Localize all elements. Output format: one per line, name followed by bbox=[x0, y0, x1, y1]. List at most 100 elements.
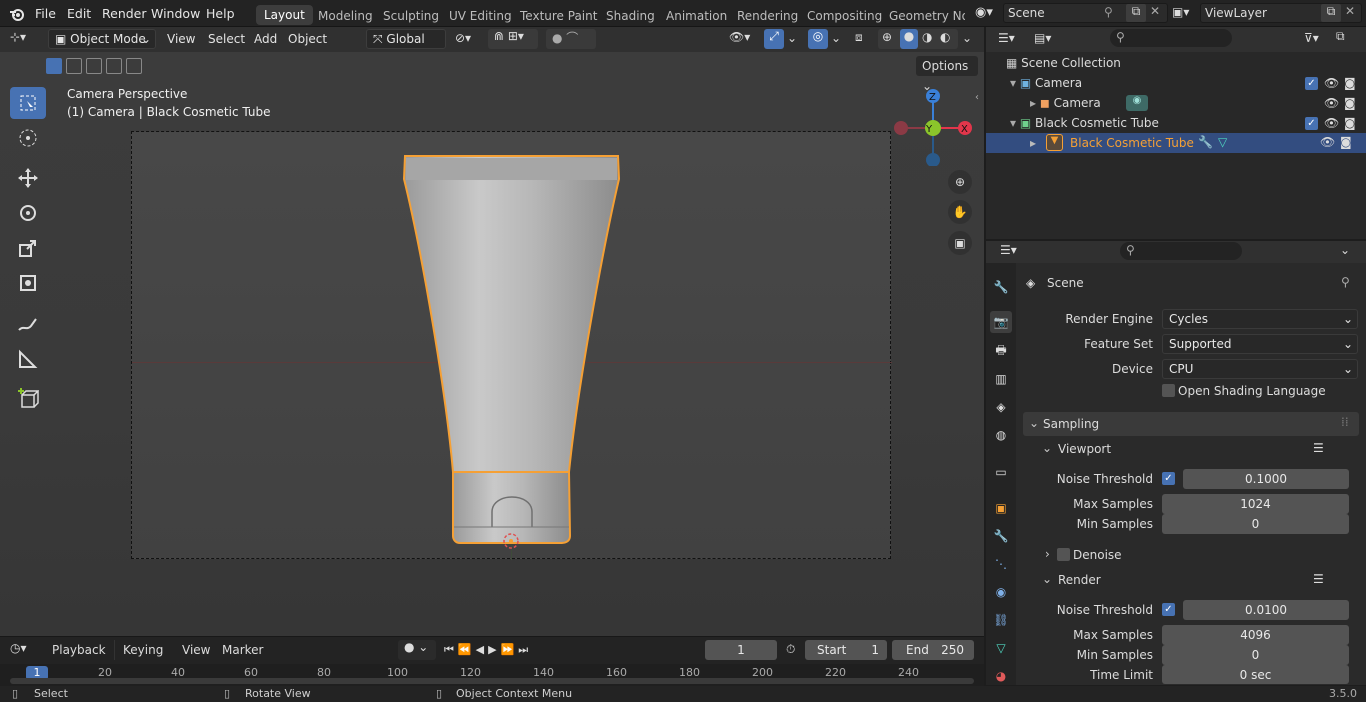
expand-arrow-icon[interactable]: ▾ bbox=[1010, 76, 1020, 90]
prev-keyframe-icon[interactable]: ⏪ bbox=[458, 643, 476, 656]
close-icon[interactable]: ✕ bbox=[1150, 4, 1160, 18]
world-tab-icon[interactable]: ◍ bbox=[990, 424, 1012, 446]
tab-compositing[interactable]: Compositing bbox=[807, 9, 882, 23]
tab-animation[interactable]: Animation bbox=[666, 9, 727, 23]
render-camera-icon[interactable]: ◙ bbox=[1344, 116, 1356, 130]
outliner-row-camera-collection[interactable]: ▾ ▣ Camera ✓ 👁 ◙ bbox=[1010, 76, 1360, 90]
current-frame-field[interactable]: 1 bbox=[705, 640, 777, 660]
properties-editor-icon[interactable]: ☰▾ bbox=[1000, 243, 1017, 257]
play-icon[interactable]: ▶ bbox=[488, 643, 500, 656]
rotate-tool[interactable] bbox=[10, 197, 46, 229]
render-camera-icon[interactable]: ◙ bbox=[1344, 76, 1356, 90]
scene-icon[interactable]: ◉▾ bbox=[975, 5, 993, 20]
feature-set-dropdown[interactable]: Supported ⌄ bbox=[1162, 334, 1358, 354]
move-tool[interactable] bbox=[10, 162, 46, 194]
material-shading-icon[interactable]: ◑ bbox=[922, 30, 932, 44]
next-keyframe-icon[interactable]: ⏩ bbox=[501, 643, 519, 656]
snap-toggle[interactable]: ⋒ ⊞▾ bbox=[488, 29, 538, 49]
jump-start-icon[interactable]: ⏮ bbox=[444, 643, 458, 656]
menu-render[interactable]: Render bbox=[102, 6, 147, 21]
pin-icon[interactable]: ⚲ bbox=[1104, 5, 1113, 19]
noise-threshold-checkbox[interactable]: ✓ bbox=[1162, 472, 1175, 485]
menu-view[interactable]: View bbox=[167, 32, 195, 46]
view-layer-icon[interactable]: ▣▾ bbox=[1172, 5, 1189, 19]
modifier-wrench-icon[interactable]: 🔧 bbox=[1198, 135, 1213, 149]
eye-icon[interactable]: 👁 bbox=[1324, 96, 1339, 110]
menu-object[interactable]: Object bbox=[288, 32, 327, 46]
select-box-tool[interactable] bbox=[10, 87, 46, 119]
navigation-gizmo[interactable]: Z X Y bbox=[890, 86, 980, 166]
chevron-down-icon[interactable]: ⌄ bbox=[1042, 441, 1052, 455]
timeline-editor-icon[interactable]: ◷▾ bbox=[10, 641, 27, 655]
exclude-checkbox[interactable]: ✓ bbox=[1305, 77, 1318, 90]
pivot-icon[interactable]: ⊘▾ bbox=[455, 31, 471, 45]
material-tab-icon[interactable]: ◕ bbox=[990, 665, 1012, 687]
timeline-view-menu[interactable]: View bbox=[182, 643, 210, 657]
menu-edit[interactable]: Edit bbox=[67, 6, 91, 21]
frame-ruler[interactable]: 1 20 40 60 80 100 120 140 160 180 200 22… bbox=[0, 664, 984, 686]
render-engine-dropdown[interactable]: Cycles ⌄ bbox=[1162, 309, 1358, 329]
eye-icon[interactable]: 👁 bbox=[1324, 76, 1339, 90]
data-tab-icon[interactable]: ▽ bbox=[990, 637, 1012, 659]
outliner-row-tube-object[interactable]: ▸ ▼ Black Cosmetic Tube 🔧 ▽ 👁 ◙ bbox=[986, 133, 1366, 153]
sampling-panel-header[interactable]: ⌄ Sampling ⁞⁞ bbox=[1023, 412, 1359, 436]
close-view-layer-icon[interactable]: ✕ bbox=[1345, 4, 1355, 18]
timeline-marker-menu[interactable]: Marker bbox=[222, 643, 263, 657]
auto-keying-toggle[interactable]: ● ⌄ bbox=[398, 640, 436, 660]
outliner-editor-icon[interactable]: ☰▾ bbox=[998, 31, 1015, 45]
blender-logo-icon[interactable] bbox=[9, 6, 25, 25]
render-min-samples-field[interactable]: 0 bbox=[1162, 645, 1349, 665]
menu-select[interactable]: Select bbox=[208, 32, 245, 46]
expand-arrow-icon[interactable]: ▸ bbox=[1030, 136, 1036, 150]
proportional-edit-toggle[interactable]: ● ⌒ bbox=[546, 29, 596, 49]
constraints-tab-icon[interactable]: ⛓ bbox=[990, 609, 1012, 631]
camera-data-icon[interactable]: ◉ bbox=[1126, 95, 1148, 111]
new-view-layer-icon[interactable]: ⧉ bbox=[1321, 4, 1341, 22]
tab-shading[interactable]: Shading bbox=[606, 9, 655, 23]
eye-icon[interactable]: 👁 bbox=[1320, 135, 1335, 149]
new-scene-icon[interactable]: ⧉ bbox=[1126, 4, 1146, 22]
options-dropdown[interactable]: Options ⌄ bbox=[916, 56, 978, 93]
expand-arrow-icon[interactable]: ▾ bbox=[1010, 116, 1020, 130]
chevron-right-icon[interactable]: › bbox=[1045, 547, 1050, 561]
timeline-scrollbar[interactable] bbox=[10, 678, 974, 684]
gizmo-toggle-icon[interactable]: ⤢ bbox=[764, 29, 784, 49]
annotate-tool[interactable] bbox=[10, 308, 46, 340]
render-subpanel-label[interactable]: Render bbox=[1058, 573, 1101, 587]
mode-dropdown[interactable]: ▣ Object Mode ⌄ bbox=[48, 29, 156, 49]
3d-viewport[interactable]: Options ⌄ Camera Perspective (1) Camera … bbox=[0, 52, 984, 636]
select-intersect-icon[interactable] bbox=[126, 58, 142, 74]
render-camera-icon[interactable]: ◙ bbox=[1344, 96, 1356, 110]
render-max-samples-field[interactable]: 4096 bbox=[1162, 625, 1349, 645]
render-noise-threshold-field[interactable]: 0.0100 bbox=[1183, 600, 1349, 620]
menu-help[interactable]: Help bbox=[206, 6, 235, 21]
eye-icon[interactable]: 👁 bbox=[1324, 116, 1339, 130]
chevron-down-icon[interactable]: ⌄ bbox=[787, 31, 797, 45]
particles-tab-icon[interactable]: ⋱ bbox=[990, 553, 1012, 575]
orientation-dropdown[interactable]: ⤧ Global bbox=[366, 29, 446, 49]
physics-tab-icon[interactable]: ◉ bbox=[990, 581, 1012, 603]
xray-icon[interactable]: ⧈ bbox=[855, 30, 863, 45]
keying-menu[interactable]: Keying ⌄ bbox=[114, 640, 174, 677]
tab-sculpting[interactable]: Sculpting bbox=[383, 9, 439, 23]
denoise-checkbox[interactable] bbox=[1057, 548, 1070, 561]
select-subtract-icon[interactable] bbox=[86, 58, 102, 74]
presets-list-icon[interactable]: ☰ bbox=[1313, 572, 1324, 586]
select-extend-icon[interactable] bbox=[66, 58, 82, 74]
pin-icon[interactable]: ⚲ bbox=[1341, 275, 1350, 289]
properties-search-input[interactable]: ⚲ bbox=[1120, 242, 1242, 260]
scene-tab-icon[interactable]: ◈ bbox=[990, 396, 1012, 418]
filter-icon[interactable]: ⊽▾ bbox=[1304, 31, 1319, 45]
output-tab-icon[interactable]: 🖶 bbox=[990, 340, 1012, 362]
menu-window[interactable]: Window bbox=[151, 6, 200, 21]
outliner-search-input[interactable]: ⚲ bbox=[1110, 29, 1232, 47]
tab-geometry-nodes[interactable]: Geometry Noc bbox=[889, 9, 965, 23]
pan-hand-icon[interactable]: ✋ bbox=[948, 200, 972, 224]
chevron-down-icon[interactable]: ⌄ bbox=[1340, 243, 1350, 257]
sidebar-toggle-icon[interactable]: ‹ bbox=[975, 92, 979, 103]
osl-checkbox[interactable] bbox=[1162, 384, 1175, 397]
scale-tool[interactable] bbox=[10, 232, 46, 264]
expand-arrow-icon[interactable]: ▸ bbox=[1030, 96, 1040, 110]
tab-modeling[interactable]: Modeling bbox=[318, 9, 373, 23]
tool-tab-icon[interactable]: 🔧 bbox=[990, 276, 1012, 298]
